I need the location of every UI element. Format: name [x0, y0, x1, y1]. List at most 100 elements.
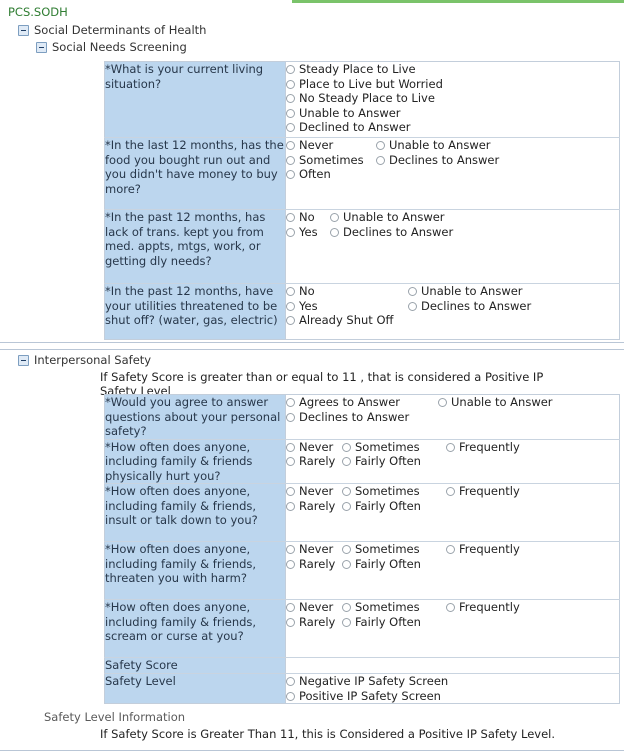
radio-button-icon[interactable] [286, 412, 295, 422]
radio-button-icon[interactable] [286, 603, 295, 612]
radio-option[interactable]: Yes [286, 299, 393, 314]
radio-button-icon[interactable] [342, 487, 351, 496]
radio-option[interactable]: Already Shut Off [286, 313, 393, 328]
radio-button-icon[interactable] [446, 545, 455, 554]
radio-button-icon[interactable] [286, 301, 295, 311]
radio-option[interactable]: Declines to Answer [330, 225, 453, 240]
radio-button-icon[interactable] [286, 501, 295, 511]
radio-button-icon[interactable] [286, 94, 295, 103]
radio-button-icon[interactable] [286, 227, 295, 237]
radio-button-icon[interactable] [286, 316, 295, 325]
radio-button-icon[interactable] [286, 487, 295, 496]
radio-button-icon[interactable] [286, 398, 295, 407]
radio-option[interactable]: Sometimes [342, 600, 421, 615]
radio-option[interactable]: No [286, 284, 393, 299]
option-column: Unable to Answer Declines to Answer [330, 210, 453, 239]
radio-button-icon[interactable] [286, 617, 295, 627]
radio-button-icon[interactable] [286, 108, 295, 118]
radio-option[interactable]: Frequently [446, 484, 520, 499]
radio-button-icon[interactable] [342, 545, 351, 554]
radio-option-label: Never [299, 484, 334, 498]
radio-option[interactable]: Never [286, 484, 335, 499]
radio-option[interactable]: Rarely [286, 454, 335, 469]
radio-option[interactable]: Frequently [446, 440, 520, 455]
tree-node-social-determinants[interactable]: Social Determinants of Health [0, 20, 624, 38]
radio-button-icon[interactable] [286, 141, 295, 150]
radio-button-icon[interactable] [286, 79, 295, 89]
radio-option[interactable]: Unable to Answer [330, 210, 453, 225]
radio-button-icon[interactable] [286, 65, 295, 74]
radio-button-icon[interactable] [342, 501, 351, 511]
radio-button-icon[interactable] [342, 457, 351, 466]
radio-option[interactable]: Unable to Answer [438, 395, 553, 410]
radio-button-icon[interactable] [446, 442, 455, 452]
radio-button-icon[interactable] [286, 545, 295, 554]
radio-option[interactable]: Never [286, 600, 335, 615]
radio-button-icon[interactable] [342, 603, 351, 612]
radio-option[interactable]: Fairly Often [342, 557, 421, 572]
radio-button-icon[interactable] [438, 398, 447, 407]
radio-option[interactable]: Negative IP Safety Screen [286, 674, 448, 689]
radio-option[interactable]: Never [286, 440, 335, 455]
radio-option[interactable]: Fairly Often [342, 499, 421, 514]
radio-option[interactable]: Declines to Answer [286, 410, 409, 425]
radio-option[interactable]: No [286, 210, 318, 225]
radio-option[interactable]: Often [286, 167, 364, 182]
radio-button-icon[interactable] [446, 487, 455, 496]
radio-option[interactable]: Place to Live but Worried [286, 77, 443, 92]
radio-option[interactable]: Agrees to Answer [286, 395, 409, 410]
radio-option[interactable]: Declines to Answer [408, 299, 531, 314]
radio-button-icon[interactable] [376, 155, 385, 165]
radio-option[interactable]: Sometimes [286, 153, 364, 168]
collapse-icon[interactable] [18, 355, 29, 366]
radio-option[interactable]: Frequently [446, 542, 520, 557]
radio-option[interactable]: Never [286, 542, 335, 557]
tree-node-social-needs-screening[interactable]: Social Needs Screening [0, 38, 624, 55]
radio-button-icon[interactable] [330, 227, 339, 237]
radio-option[interactable]: Frequently [446, 600, 520, 615]
radio-option[interactable]: Fairly Often [342, 615, 421, 630]
radio-option[interactable]: Sometimes [342, 440, 421, 455]
radio-option[interactable]: Rarely [286, 499, 335, 514]
radio-option[interactable]: Steady Place to Live [286, 62, 443, 77]
radio-button-icon[interactable] [286, 677, 295, 686]
radio-button-icon[interactable] [286, 155, 295, 165]
collapse-icon[interactable] [18, 25, 29, 36]
radio-button-icon[interactable] [408, 287, 417, 296]
radio-option[interactable]: Unable to Answer [286, 106, 443, 121]
radio-option[interactable]: Sometimes [342, 542, 421, 557]
radio-option[interactable]: Declined to Answer [286, 120, 443, 135]
tree-node-interpersonal-safety[interactable]: Interpersonal Safety [0, 350, 624, 368]
radio-button-icon[interactable] [286, 442, 295, 452]
radio-option[interactable]: Positive IP Safety Screen [286, 689, 448, 704]
radio-button-icon[interactable] [286, 559, 295, 569]
radio-option[interactable]: Declines to Answer [376, 153, 499, 168]
radio-option[interactable]: Unable to Answer [408, 284, 531, 299]
radio-option[interactable]: Rarely [286, 557, 335, 572]
radio-button-icon[interactable] [286, 457, 295, 466]
radio-option[interactable]: Unable to Answer [376, 138, 499, 153]
question-row: Safety Level Negative IP Safety Screen Pos… [104, 673, 620, 704]
radio-button-icon[interactable] [286, 691, 295, 701]
radio-button-icon[interactable] [286, 213, 295, 222]
radio-option[interactable]: Yes [286, 225, 318, 240]
radio-button-icon[interactable] [408, 301, 417, 311]
radio-button-icon[interactable] [446, 603, 455, 612]
radio-option[interactable]: Fairly Often [342, 454, 421, 469]
radio-button-icon[interactable] [286, 170, 295, 179]
radio-button-icon[interactable] [330, 213, 339, 222]
radio-button-icon[interactable] [342, 442, 351, 452]
radio-button-icon[interactable] [286, 123, 295, 132]
radio-button-icon[interactable] [376, 141, 385, 150]
option-column: Never Rarely [286, 440, 335, 469]
radio-option[interactable]: No Steady Place to Live [286, 91, 443, 106]
social-needs-panel: PCS.SODH Social Determinants of Health S… [0, 3, 624, 343]
radio-option[interactable]: Sometimes [342, 484, 421, 499]
radio-button-icon[interactable] [342, 617, 351, 627]
radio-option[interactable]: Never [286, 138, 364, 153]
radio-button-icon[interactable] [342, 559, 351, 569]
collapse-icon[interactable] [36, 42, 47, 53]
radio-option-label: No [299, 210, 315, 224]
radio-option[interactable]: Rarely [286, 615, 335, 630]
radio-button-icon[interactable] [286, 287, 295, 296]
